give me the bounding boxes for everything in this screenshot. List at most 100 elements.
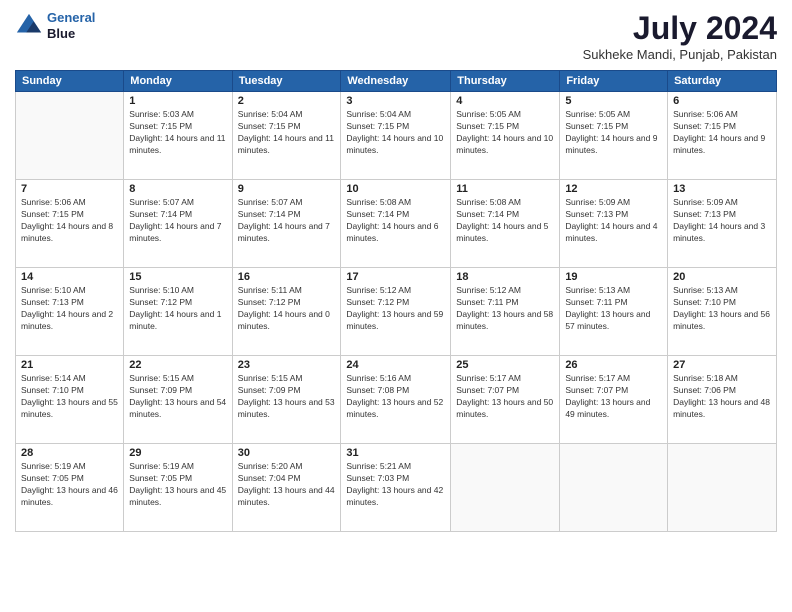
calendar-header-thursday: Thursday: [451, 71, 560, 92]
day-info: Sunrise: 5:05 AMSunset: 7:15 PMDaylight:…: [456, 109, 554, 157]
day-number: 31: [346, 447, 445, 459]
calendar-cell: [451, 444, 560, 532]
calendar-week-row: 1Sunrise: 5:03 AMSunset: 7:15 PMDaylight…: [16, 92, 777, 180]
day-number: 15: [129, 271, 226, 283]
day-info: Sunrise: 5:04 AMSunset: 7:15 PMDaylight:…: [238, 109, 336, 157]
day-number: 13: [673, 183, 771, 195]
day-info: Sunrise: 5:19 AMSunset: 7:05 PMDaylight:…: [129, 461, 226, 509]
calendar-week-row: 7Sunrise: 5:06 AMSunset: 7:15 PMDaylight…: [16, 180, 777, 268]
day-info: Sunrise: 5:16 AMSunset: 7:08 PMDaylight:…: [346, 373, 445, 421]
calendar-cell: 27 Sunrise: 5:18 AMSunset: 7:06 PMDayligh…: [668, 356, 777, 444]
day-info: Sunrise: 5:14 AMSunset: 7:10 PMDaylight:…: [21, 373, 118, 421]
calendar-header-row: SundayMondayTuesdayWednesdayThursdayFrid…: [16, 71, 777, 92]
day-number: 24: [346, 359, 445, 371]
day-info: Sunrise: 5:10 AMSunset: 7:12 PMDaylight:…: [129, 285, 226, 333]
calendar-week-row: 14 Sunrise: 5:10 AMSunset: 7:13 PMDayligh…: [16, 268, 777, 356]
day-info: Sunrise: 5:06 AMSunset: 7:15 PMDaylight:…: [21, 197, 118, 245]
day-info: Sunrise: 5:03 AMSunset: 7:15 PMDaylight:…: [129, 109, 226, 157]
day-number: 18: [456, 271, 554, 283]
day-info: Sunrise: 5:09 AMSunset: 7:13 PMDaylight:…: [565, 197, 662, 245]
calendar-cell: 19Sunrise: 5:13 AMSunset: 7:11 PMDayligh…: [560, 268, 668, 356]
calendar-header-saturday: Saturday: [668, 71, 777, 92]
calendar-cell: 28Sunrise: 5:19 AMSunset: 7:05 PMDayligh…: [16, 444, 124, 532]
calendar-cell: [668, 444, 777, 532]
day-info: Sunrise: 5:09 AMSunset: 7:13 PMDaylight:…: [673, 197, 771, 245]
day-number: 23: [238, 359, 336, 371]
day-info: Sunrise: 5:18 AMSunset: 7:06 PMDaylight:…: [673, 373, 771, 421]
day-number: 6: [673, 95, 771, 107]
calendar-cell: 24 Sunrise: 5:16 AMSunset: 7:08 PMDayligh…: [341, 356, 451, 444]
calendar-header-wednesday: Wednesday: [341, 71, 451, 92]
day-info: Sunrise: 5:17 AMSunset: 7:07 PMDaylight:…: [456, 373, 554, 421]
calendar-cell: 14 Sunrise: 5:10 AMSunset: 7:13 PMDayligh…: [16, 268, 124, 356]
day-info: Sunrise: 5:08 AMSunset: 7:14 PMDaylight:…: [456, 197, 554, 245]
logo-text: General Blue: [47, 10, 95, 41]
day-info: Sunrise: 5:12 AMSunset: 7:11 PMDaylight:…: [456, 285, 554, 333]
day-number: 26: [565, 359, 662, 371]
header: General Blue July 2024 Sukheke Mandi, Pu…: [15, 10, 777, 62]
day-info: Sunrise: 5:04 AMSunset: 7:15 PMDaylight:…: [346, 109, 445, 157]
main-title: July 2024: [583, 10, 777, 47]
day-number: 16: [238, 271, 336, 283]
title-section: July 2024 Sukheke Mandi, Punjab, Pakista…: [583, 10, 777, 62]
calendar-cell: 9 Sunrise: 5:07 AMSunset: 7:14 PMDaylight…: [232, 180, 341, 268]
calendar-cell: 16 Sunrise: 5:11 AMSunset: 7:12 PMDayligh…: [232, 268, 341, 356]
calendar-cell: 25 Sunrise: 5:17 AMSunset: 7:07 PMDayligh…: [451, 356, 560, 444]
day-info: Sunrise: 5:15 AMSunset: 7:09 PMDaylight:…: [238, 373, 336, 421]
calendar-cell: 20 Sunrise: 5:13 AMSunset: 7:10 PMDayligh…: [668, 268, 777, 356]
day-number: 14: [21, 271, 118, 283]
day-number: 8: [129, 183, 226, 195]
calendar-cell: 18 Sunrise: 5:12 AMSunset: 7:11 PMDayligh…: [451, 268, 560, 356]
calendar-cell: 12 Sunrise: 5:09 AMSunset: 7:13 PMDayligh…: [560, 180, 668, 268]
calendar-cell: 30 Sunrise: 5:20 AMSunset: 7:04 PMDayligh…: [232, 444, 341, 532]
day-number: 20: [673, 271, 771, 283]
calendar-cell: 21 Sunrise: 5:14 AMSunset: 7:10 PMDayligh…: [16, 356, 124, 444]
page: General Blue July 2024 Sukheke Mandi, Pu…: [0, 0, 792, 612]
calendar-header-tuesday: Tuesday: [232, 71, 341, 92]
calendar-cell: 11 Sunrise: 5:08 AMSunset: 7:14 PMDayligh…: [451, 180, 560, 268]
calendar-cell: [16, 92, 124, 180]
day-info: Sunrise: 5:08 AMSunset: 7:14 PMDaylight:…: [346, 197, 445, 245]
calendar-cell: 23 Sunrise: 5:15 AMSunset: 7:09 PMDayligh…: [232, 356, 341, 444]
day-number: 9: [238, 183, 336, 195]
day-number: 5: [565, 95, 662, 107]
calendar-cell: 29 Sunrise: 5:19 AMSunset: 7:05 PMDayligh…: [124, 444, 232, 532]
day-info: Sunrise: 5:21 AMSunset: 7:03 PMDaylight:…: [346, 461, 445, 509]
day-number: 27: [673, 359, 771, 371]
day-info: Sunrise: 5:12 AMSunset: 7:12 PMDaylight:…: [346, 285, 445, 333]
day-number: 2: [238, 95, 336, 107]
day-info: Sunrise: 5:05 AMSunset: 7:15 PMDaylight:…: [565, 109, 662, 157]
calendar-cell: 6Sunrise: 5:06 AMSunset: 7:15 PMDaylight…: [668, 92, 777, 180]
subtitle: Sukheke Mandi, Punjab, Pakistan: [583, 47, 777, 62]
day-number: 17: [346, 271, 445, 283]
day-number: 10: [346, 183, 445, 195]
calendar-header-monday: Monday: [124, 71, 232, 92]
logo-icon: [15, 12, 43, 40]
day-number: 11: [456, 183, 554, 195]
calendar-cell: 22Sunrise: 5:15 AMSunset: 7:09 PMDayligh…: [124, 356, 232, 444]
day-number: 30: [238, 447, 336, 459]
day-info: Sunrise: 5:10 AMSunset: 7:13 PMDaylight:…: [21, 285, 118, 333]
day-number: 12: [565, 183, 662, 195]
day-number: 29: [129, 447, 226, 459]
calendar-cell: 4Sunrise: 5:05 AMSunset: 7:15 PMDaylight…: [451, 92, 560, 180]
calendar-cell: 7Sunrise: 5:06 AMSunset: 7:15 PMDaylight…: [16, 180, 124, 268]
calendar-header-friday: Friday: [560, 71, 668, 92]
calendar-cell: 1Sunrise: 5:03 AMSunset: 7:15 PMDaylight…: [124, 92, 232, 180]
day-info: Sunrise: 5:07 AMSunset: 7:14 PMDaylight:…: [238, 197, 336, 245]
day-number: 28: [21, 447, 118, 459]
calendar-cell: [560, 444, 668, 532]
day-number: 3: [346, 95, 445, 107]
calendar-cell: 15 Sunrise: 5:10 AMSunset: 7:12 PMDayligh…: [124, 268, 232, 356]
calendar-header-sunday: Sunday: [16, 71, 124, 92]
day-info: Sunrise: 5:11 AMSunset: 7:12 PMDaylight:…: [238, 285, 336, 333]
calendar-cell: 26Sunrise: 5:17 AMSunset: 7:07 PMDayligh…: [560, 356, 668, 444]
calendar-cell: 8Sunrise: 5:07 AMSunset: 7:14 PMDaylight…: [124, 180, 232, 268]
calendar-cell: 17 Sunrise: 5:12 AMSunset: 7:12 PMDayligh…: [341, 268, 451, 356]
calendar-week-row: 28 Sunrise: 5:19 AMSunset: 7:05 PMDayligh…: [16, 444, 777, 532]
calendar-week-row: 21 Sunrise: 5:14 AMSunset: 7:10 PMDayligh…: [16, 356, 777, 444]
day-number: 25: [456, 359, 554, 371]
day-info: Sunrise: 5:13 AMSunset: 7:10 PMDaylight:…: [673, 285, 771, 333]
day-info: Sunrise: 5:20 AMSunset: 7:04 PMDaylight:…: [238, 461, 336, 509]
day-number: 21: [21, 359, 118, 371]
